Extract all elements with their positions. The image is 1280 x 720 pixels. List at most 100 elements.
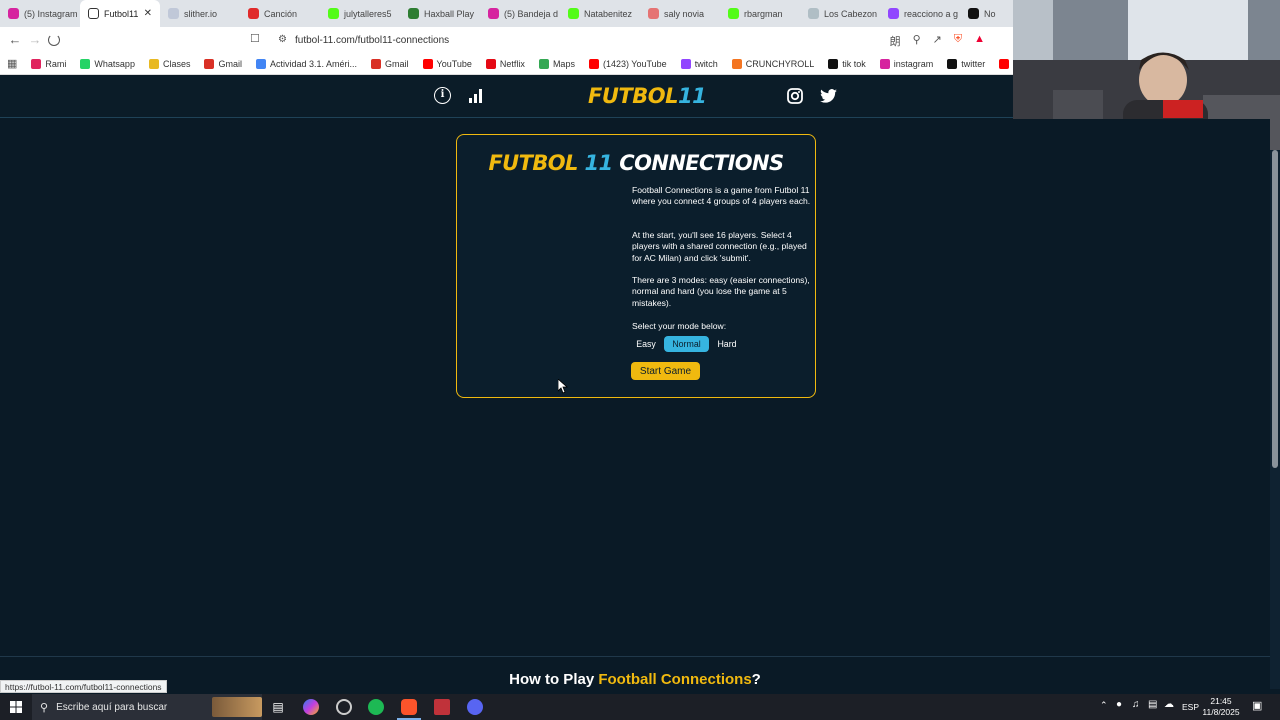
- bookmark-label: CRUNCHYROLL: [745, 58, 815, 69]
- bookmark-item[interactable]: Nueva victoria de la...: [992, 58, 1013, 69]
- input-language[interactable]: ESP: [1182, 702, 1199, 712]
- bookmark-item[interactable]: Gmail: [197, 58, 249, 69]
- browser-tab[interactable]: saly novia: [640, 0, 720, 27]
- notifications-icon[interactable]: ▣: [1252, 699, 1262, 712]
- howto-text: How to Play: [509, 671, 595, 688]
- mode-prompt: Select your mode below:: [632, 321, 727, 331]
- mode-hard-button[interactable]: Hard: [712, 336, 742, 352]
- search-icon: ⚲: [40, 701, 49, 714]
- brave-icon[interactable]: [401, 699, 417, 715]
- bookmark-item[interactable]: Gmail: [364, 58, 416, 69]
- card-title: FUTBOL 11 CONNECTIONS: [457, 151, 815, 175]
- bookmark-item[interactable]: Whatsapp: [73, 58, 142, 69]
- bookmark-item[interactable]: Clases: [142, 58, 198, 69]
- task-view-icon[interactable]: ▤: [270, 699, 286, 715]
- bookmark-favicon-icon: [422, 58, 433, 69]
- site-logo[interactable]: FUTBOL11: [588, 84, 707, 108]
- tab-label: Futbol11: [104, 8, 139, 19]
- bookmark-label: Gmail: [385, 58, 409, 69]
- brave-rewards-icon[interactable]: ▲: [974, 33, 985, 49]
- bookmark-favicon-icon: [204, 58, 215, 69]
- share-icon[interactable]: ↗: [933, 33, 942, 49]
- how-to-play-heading: How to Play Football Connections?: [0, 671, 1270, 688]
- browser-tab[interactable]: rbargman: [720, 0, 800, 27]
- forward-icon[interactable]: →: [25, 32, 45, 47]
- bookmark-item[interactable]: Rami: [24, 58, 73, 69]
- back-icon[interactable]: ←: [5, 32, 25, 47]
- browser-tab[interactable]: (5) Instagram: [0, 0, 80, 27]
- voicemeeter-icon[interactable]: [434, 699, 450, 715]
- howto-question-mark: ?: [751, 671, 761, 688]
- logo-word: FUTBOL: [588, 84, 678, 108]
- microphone-icon[interactable]: ●: [1116, 699, 1122, 710]
- mode-easy-button[interactable]: Easy: [631, 336, 661, 352]
- taskbar-clock[interactable]: 21:45 11/8/2025: [1198, 696, 1244, 718]
- browser-tab[interactable]: Los Cabezon: [800, 0, 880, 27]
- browser-tab[interactable]: Haxball Play: [400, 0, 480, 27]
- browser-tab[interactable]: No: [960, 0, 1013, 27]
- tab-label: (5) Bandeja d: [504, 8, 559, 19]
- start-game-button[interactable]: Start Game: [631, 362, 700, 380]
- steam-icon[interactable]: [336, 699, 352, 715]
- taskbar-search[interactable]: ⚲ Escribe aquí para buscar: [32, 694, 262, 720]
- translate-icon[interactable]: 朗: [890, 33, 901, 49]
- copilot-icon[interactable]: [303, 699, 319, 715]
- link-status-bubble: https://futbol-11.com/futbol11-connectio…: [0, 680, 167, 693]
- browser-tab[interactable]: Futbol11 ✕: [80, 0, 160, 27]
- tab-favicon-icon: [968, 8, 979, 19]
- browser-tab[interactable]: julytalleres5: [320, 0, 400, 27]
- network-icon[interactable]: ▤: [1148, 699, 1157, 710]
- windows-start-icon[interactable]: [10, 701, 22, 713]
- bookmark-item[interactable]: CRUNCHYROLL: [725, 58, 822, 69]
- tab-close-icon[interactable]: ✕: [144, 8, 152, 19]
- browser-tab[interactable]: reacciono a g: [880, 0, 960, 27]
- spotify-icon[interactable]: [368, 699, 384, 715]
- tab-label: Canción: [264, 8, 298, 19]
- volume-icon[interactable]: ♫: [1132, 699, 1140, 710]
- tab-label: reacciono a g: [904, 8, 959, 19]
- loading-icon[interactable]: [48, 34, 60, 46]
- bookmark-favicon-icon: [999, 58, 1010, 69]
- info-icon[interactable]: i: [434, 87, 451, 104]
- bookmark-item[interactable]: tik tok: [821, 58, 873, 69]
- bookmark-favicon-icon: [538, 58, 549, 69]
- browser-tab[interactable]: (5) Bandeja d: [480, 0, 560, 27]
- bookmark-item[interactable]: twitter: [940, 58, 992, 69]
- bookmark-item[interactable]: Actividad 3.1. Améri...: [249, 58, 364, 69]
- brave-shield-icon[interactable]: ⛨: [954, 33, 962, 49]
- bookmark-item[interactable]: YouTube: [416, 58, 479, 69]
- discord-icon[interactable]: [467, 699, 483, 715]
- twitter-icon[interactable]: [820, 89, 837, 103]
- browser-tab[interactable]: Canción: [240, 0, 320, 27]
- browser-tab[interactable]: Natabenitez: [560, 0, 640, 27]
- browser-tab[interactable]: slither.io: [160, 0, 240, 27]
- url-field[interactable]: ⚙ futbol-11.com/futbol11-connections 朗 ⚲…: [270, 30, 995, 50]
- stats-icon[interactable]: [468, 88, 484, 104]
- onedrive-icon[interactable]: ☁: [1164, 699, 1174, 710]
- bookmark-label: Netflix: [499, 58, 525, 69]
- bookmark-item[interactable]: twitch: [674, 58, 725, 69]
- bookmark-item[interactable]: (1423) YouTube: [582, 58, 674, 69]
- bookmark-label: twitch: [694, 58, 718, 69]
- tab-label: slither.io: [184, 8, 218, 19]
- bookmark-item[interactable]: Maps: [532, 58, 582, 69]
- tab-favicon-icon: [408, 8, 419, 19]
- zoom-icon[interactable]: ⚲: [913, 33, 921, 49]
- howto-highlight: Football Connections: [598, 671, 752, 688]
- clock-time: 21:45: [1210, 696, 1232, 706]
- bookmark-item[interactable]: Netflix: [479, 58, 532, 69]
- mode-normal-button[interactable]: Normal: [664, 336, 709, 352]
- bookmarks-bar: ▦ Rami Whatsapp Clases Gmail Actividad 3.1. …: [0, 53, 1013, 75]
- windows-taskbar: ⚲ Escribe aquí para buscar ▤ ⌃ ● ♫ ▤ ☁ E…: [0, 694, 1280, 720]
- connections-card: FUTBOL 11 CONNECTIONS Football Connectio…: [456, 134, 816, 398]
- instagram-icon[interactable]: [787, 88, 803, 104]
- site-info-icon[interactable]: ⚙: [278, 34, 287, 45]
- scrollbar[interactable]: [1270, 150, 1280, 689]
- scrollbar-thumb[interactable]: [1272, 150, 1278, 468]
- tray-chevron-icon[interactable]: ⌃: [1100, 700, 1108, 711]
- bookmark-favicon-icon: [947, 58, 958, 69]
- bookmark-label: Clases: [162, 58, 191, 69]
- bookmark-icon[interactable]: ☐: [250, 32, 260, 45]
- bookmark-item[interactable]: instagram: [873, 58, 941, 69]
- apps-icon[interactable]: ▦: [0, 57, 24, 70]
